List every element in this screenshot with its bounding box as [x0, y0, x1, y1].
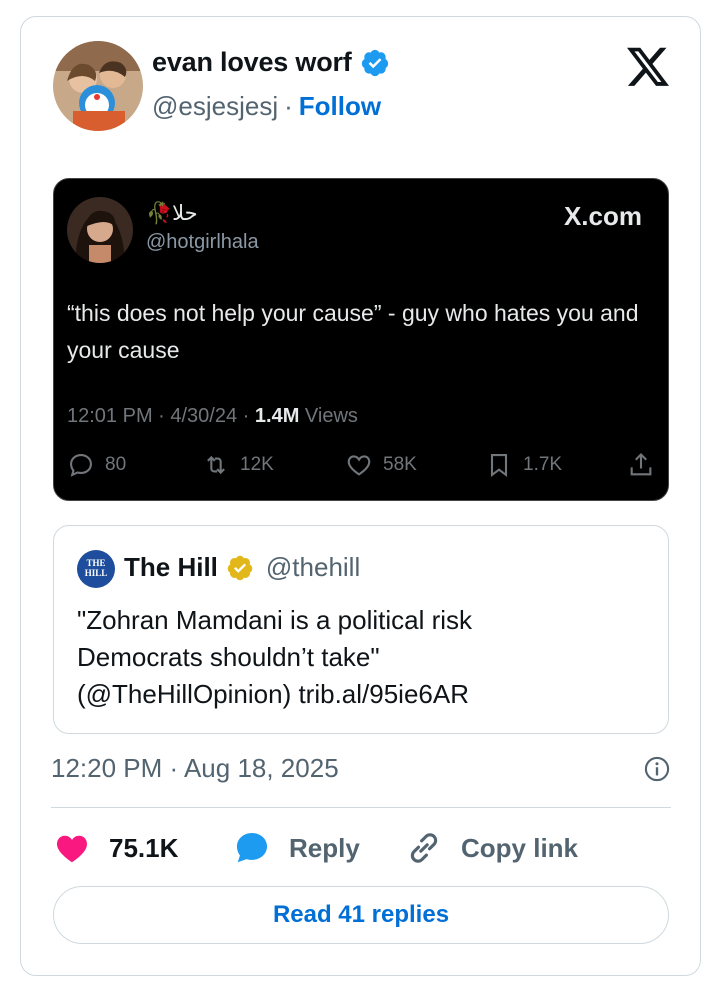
- follow-button[interactable]: Follow: [299, 91, 381, 122]
- embedded-author-avatar: [67, 197, 133, 263]
- embedded-views-count: 1.4M: [254, 405, 300, 427]
- quoted-tweet-text: "Zohran Mamdani is a political risk Demo…: [77, 602, 647, 713]
- quoted-tweet-header: The Hill @thehill: [124, 552, 360, 583]
- author-avatar[interactable]: [53, 41, 143, 131]
- reply-label: Reply: [289, 832, 360, 863]
- quoted-author-name[interactable]: The Hill: [124, 552, 218, 583]
- read-replies-button[interactable]: Read 41 replies: [53, 886, 669, 944]
- embedded-bookmark-action: 1.7K: [485, 451, 562, 479]
- embedded-tweet-meta: 12:01 PM · 4/30/24 · 1.4M Views: [67, 405, 358, 428]
- like-button[interactable]: 75.1K: [53, 829, 178, 867]
- author-handle-row: @esjesjesj · Follow: [152, 91, 381, 122]
- embedded-like-count: 58K: [383, 454, 417, 475]
- embedded-reply-count: 80: [105, 454, 127, 475]
- bookmark-icon: [490, 454, 508, 478]
- embedded-like-action: 58K: [345, 451, 417, 479]
- timestamp-row: 12:20 PM · Aug 18, 2025: [51, 753, 671, 784]
- heart-outline-icon: [347, 455, 371, 476]
- divider: [51, 807, 671, 808]
- repost-icon: [207, 455, 225, 475]
- verified-gold-badge-icon: [227, 555, 253, 580]
- link-icon: [410, 833, 438, 863]
- author-handle[interactable]: @esjesjesj: [152, 91, 278, 122]
- reply-icon: [70, 454, 92, 477]
- embedded-tweet-time: 12:01 PM · 4/30/24 ·: [67, 405, 255, 427]
- xcom-link[interactable]: X.com: [564, 201, 642, 232]
- embedded-share-action: [627, 451, 655, 479]
- embedded-tweet-text: “this does not help your cause” - guy wh…: [67, 300, 639, 363]
- embedded-author-name: حلا🥀: [146, 201, 198, 225]
- quoted-author-handle[interactable]: @thehill: [266, 552, 360, 583]
- tweet-card: evan loves worf @esjesjesj · Follow حلا🥀…: [20, 16, 701, 976]
- tweet-timestamp[interactable]: 12:20 PM · Aug 18, 2025: [51, 753, 339, 784]
- read-replies-label: Read 41 replies: [272, 901, 450, 928]
- heart-icon: [57, 835, 87, 863]
- author-name[interactable]: evan loves worf: [152, 47, 352, 78]
- reply-bubble-icon: [236, 832, 268, 863]
- info-icon[interactable]: [643, 755, 671, 783]
- embedded-tweet-actions: 80 12K 58K 1.7K: [67, 451, 657, 481]
- handle-separator: ·: [284, 91, 293, 121]
- embedded-repost-action: 12K: [202, 451, 274, 479]
- reply-button[interactable]: Reply: [233, 829, 360, 867]
- author-name-row: evan loves worf: [152, 47, 390, 78]
- copy-link-button[interactable]: Copy link: [405, 829, 578, 867]
- quoted-text-line-3: (@TheHillOpinion) trib.al/95ie6AR: [77, 679, 469, 709]
- tweet-actions: 75.1K Reply Copy link: [53, 829, 673, 869]
- embedded-reply-action: 80: [67, 451, 126, 479]
- verified-badge-icon: [361, 49, 388, 76]
- xcom-label: X.com: [563, 201, 642, 231]
- like-count: 75.1K: [109, 832, 179, 863]
- quoted-tweet[interactable]: THE HILL The Hill @thehill "Zohran Mamda…: [53, 525, 669, 734]
- share-icon: [630, 453, 652, 476]
- copy-link-label: Copy link: [461, 832, 579, 863]
- quoted-text-line-1: "Zohran Mamdani is a political risk: [77, 605, 473, 635]
- embedded-views-label: Views: [299, 405, 358, 427]
- the-hill-logo: THE HILL: [77, 550, 115, 588]
- embedded-bookmark-count: 1.7K: [523, 454, 563, 475]
- embedded-tweet-image[interactable]: حلا🥀 @hotgirlhala X.com “this does not h…: [53, 178, 669, 501]
- x-logo-icon[interactable]: [627, 47, 669, 87]
- quoted-text-line-2: Democrats shouldn’t take": [77, 642, 380, 672]
- embedded-author-handle: @hotgirlhala: [146, 231, 259, 253]
- embedded-repost-count: 12K: [240, 454, 274, 475]
